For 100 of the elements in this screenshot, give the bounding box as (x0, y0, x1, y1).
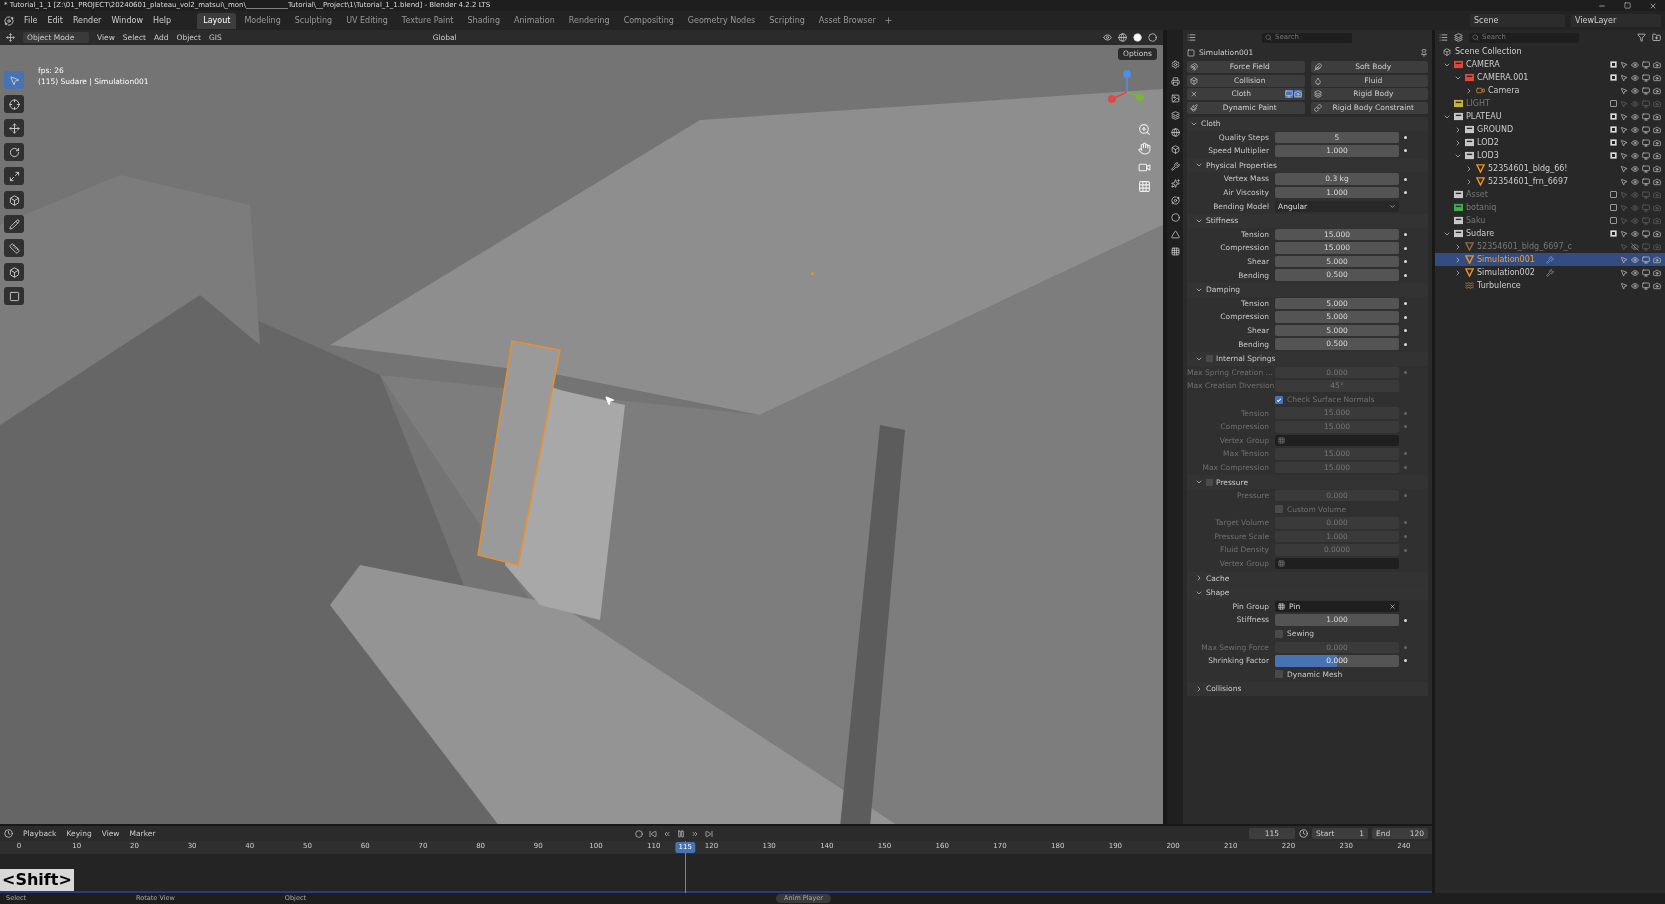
checkbox[interactable] (1610, 126, 1617, 133)
monitor-icon[interactable] (1642, 229, 1650, 238)
tool-button[interactable] (4, 95, 24, 113)
editor-type-icon[interactable] (4, 829, 13, 838)
workspace-tab[interactable]: Animation (508, 12, 561, 29)
properties-tab-icon[interactable] (1170, 179, 1180, 188)
monitor-icon[interactable] (1642, 86, 1650, 95)
editor-type-icon[interactable] (1187, 33, 1196, 42)
app-logo-icon[interactable] (4, 15, 14, 26)
checkbox[interactable] (1610, 152, 1617, 159)
globe-icon[interactable] (1118, 33, 1127, 42)
menu-item[interactable]: File (24, 14, 38, 27)
workspace-tab[interactable]: Texture Paint (395, 12, 460, 29)
remove-icon[interactable] (1190, 90, 1198, 98)
vertex-group-field[interactable] (1275, 557, 1399, 570)
tool-button[interactable] (4, 287, 24, 305)
shading-solid-icon[interactable] (1133, 33, 1142, 42)
workspace-tab[interactable]: Rendering (562, 12, 616, 29)
outliner-row[interactable]: GROUND (1435, 123, 1665, 136)
checkbox[interactable] (1610, 217, 1617, 224)
camera-view-icon[interactable] (1138, 161, 1151, 174)
outliner-row[interactable]: LOD3 (1435, 149, 1665, 162)
view-layer-selector[interactable]: ViewLayer (1571, 14, 1661, 27)
checkbox[interactable] (1610, 230, 1617, 237)
camera-toggle-icon[interactable] (1293, 90, 1302, 98)
checkbox[interactable] (1610, 74, 1617, 81)
menu-item[interactable]: Help (152, 14, 172, 27)
stopwatch-icon[interactable] (1299, 829, 1308, 838)
checkbox[interactable] (1610, 139, 1617, 146)
monitor-icon[interactable] (1642, 177, 1650, 186)
properties-tab-icon[interactable] (1170, 145, 1180, 154)
workspace-tab[interactable]: Geometry Nodes (681, 12, 762, 29)
menu-item[interactable]: Edit (47, 14, 63, 27)
checkbox[interactable] (1275, 629, 1283, 638)
tool-button[interactable] (4, 143, 24, 161)
outliner-row[interactable]: Sudare (1435, 227, 1665, 240)
workspace-tab[interactable]: Modeling (238, 12, 287, 29)
monitor-icon[interactable] (1642, 125, 1650, 134)
outliner-row[interactable]: Turbulence (1435, 279, 1665, 292)
editor-type-icon[interactable] (1439, 33, 1448, 42)
checkbox[interactable] (1275, 670, 1283, 679)
maximize-icon[interactable] (1624, 1, 1631, 9)
close-icon[interactable] (1649, 1, 1657, 10)
jump-end-icon[interactable] (705, 829, 714, 838)
monitor-icon[interactable] (1642, 255, 1650, 264)
properties-tab-icon[interactable] (1170, 60, 1180, 69)
outliner-row[interactable]: PLATEAU (1435, 110, 1665, 123)
checkbox[interactable] (1610, 204, 1617, 211)
properties-tab-icon[interactable] (1170, 128, 1180, 137)
properties-tab-icon[interactable] (1170, 111, 1180, 120)
add-workspace-icon[interactable] (883, 16, 893, 25)
properties-tab-icon[interactable] (1170, 162, 1180, 171)
new-collection-icon[interactable] (1652, 33, 1661, 42)
jump-start-icon[interactable] (649, 829, 658, 838)
clear-icon[interactable] (1389, 603, 1396, 610)
zoom-icon[interactable] (1138, 123, 1151, 136)
monitor-icon[interactable] (1642, 138, 1650, 147)
workspace-tab[interactable]: Sculpting (288, 12, 339, 29)
pin-icon[interactable] (1420, 49, 1428, 57)
tool-button[interactable] (4, 191, 24, 209)
scene-selector[interactable]: Scene (1470, 14, 1565, 27)
checkbox[interactable] (1610, 191, 1617, 198)
grid-icon[interactable] (1138, 180, 1151, 193)
outliner-row[interactable]: LOD2 (1435, 136, 1665, 149)
record-icon[interactable] (635, 829, 644, 838)
outliner-row[interactable]: CAMERA (1435, 58, 1665, 71)
properties-tab-icon[interactable] (1170, 247, 1180, 256)
tool-button[interactable] (4, 263, 24, 281)
monitor-icon[interactable] (1642, 151, 1650, 160)
monitor-icon[interactable] (1642, 60, 1650, 69)
eye-closed-icon[interactable] (1631, 242, 1639, 251)
tool-button[interactable] (4, 167, 24, 185)
properties-tab-icon[interactable] (1170, 196, 1180, 205)
workspace-tab[interactable]: Compositing (617, 12, 680, 29)
editor-type-icon[interactable] (6, 33, 15, 42)
outliner-row[interactable]: Camera (1435, 84, 1665, 97)
checkbox[interactable] (1610, 113, 1617, 120)
hand-icon[interactable] (1138, 142, 1151, 155)
menu-item[interactable]: Window (111, 14, 143, 27)
monitor-toggle-icon[interactable] (1284, 90, 1293, 98)
filter-icon[interactable] (1637, 33, 1646, 42)
outliner-row[interactable]: 52354601_bldg_66! (1435, 162, 1665, 175)
checkbox[interactable] (1610, 100, 1617, 107)
vertex-group-field[interactable] (1275, 434, 1399, 447)
workspace-tab[interactable]: Shading (461, 12, 506, 29)
workspace-tab[interactable]: Asset Browser (812, 12, 882, 29)
pause-icon[interactable] (677, 829, 686, 838)
workspace-tab[interactable]: Scripting (763, 12, 811, 29)
display-mode-icon[interactable] (1454, 33, 1463, 42)
tool-button[interactable] (4, 215, 24, 233)
outliner-row[interactable]: CAMERA.001 (1435, 71, 1665, 84)
outliner-row[interactable]: Simulation002 (1435, 266, 1665, 279)
properties-tab-icon[interactable] (1170, 77, 1180, 86)
monitor-icon[interactable] (1642, 268, 1650, 277)
shading-material-icon[interactable] (1148, 33, 1157, 42)
monitor-icon[interactable] (1642, 164, 1650, 173)
properties-tab-icon[interactable] (1170, 94, 1180, 103)
monitor-icon[interactable] (1642, 73, 1650, 82)
menu-item[interactable]: Render (72, 14, 102, 27)
next-keyframe-icon[interactable] (691, 829, 700, 838)
